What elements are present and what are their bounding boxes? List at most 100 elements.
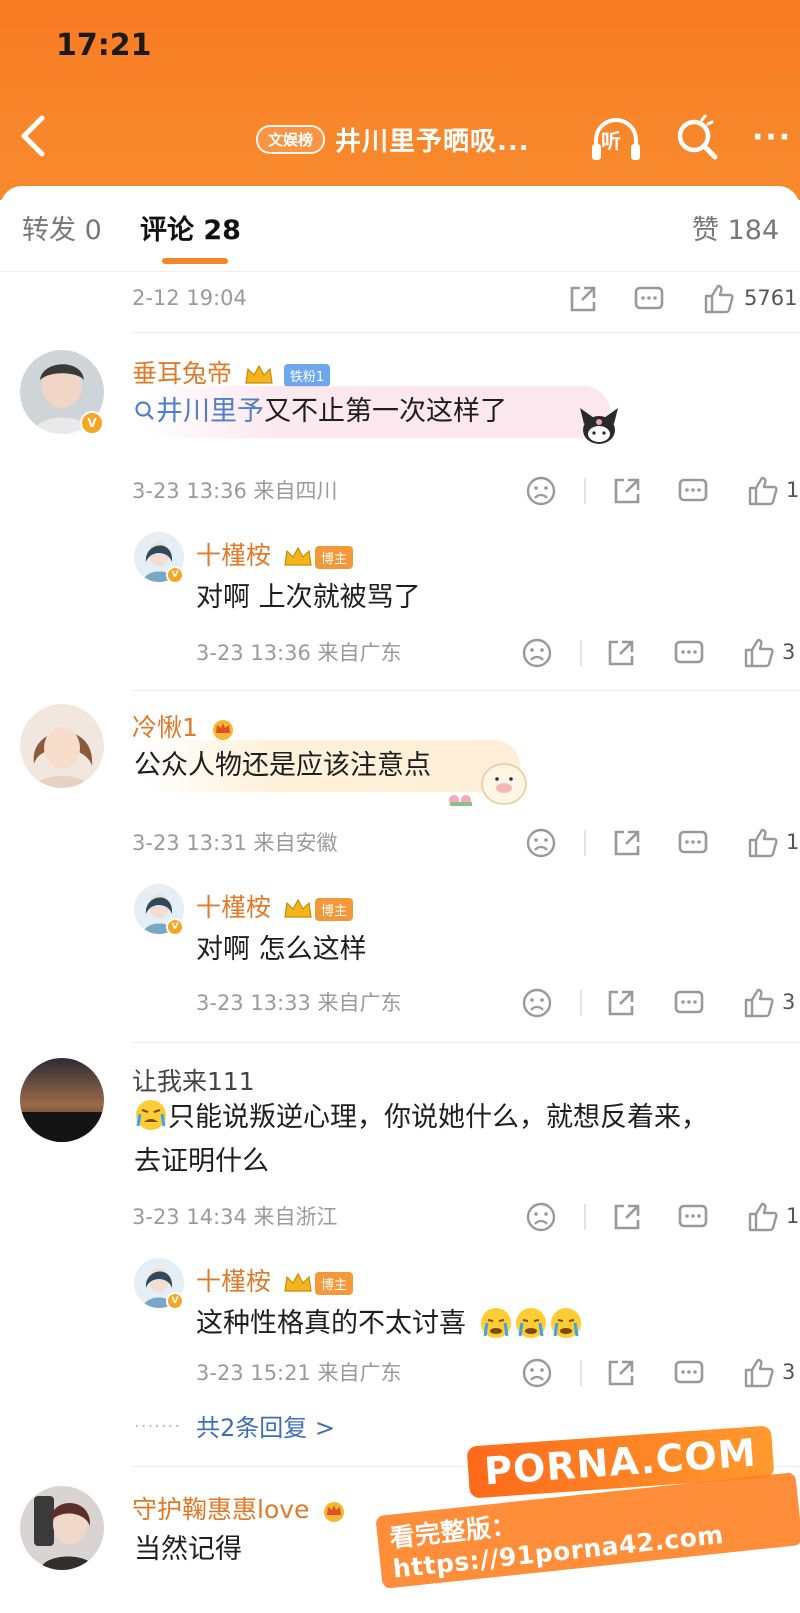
reply-username[interactable]: 十槿桉 博主 (196, 888, 353, 924)
crown-icon (284, 1272, 312, 1292)
avatar[interactable] (20, 1486, 104, 1570)
dislike-button[interactable] (520, 636, 554, 670)
reply-button[interactable] (672, 636, 706, 670)
crown-icon (284, 898, 312, 918)
share-icon (614, 478, 640, 504)
comment-icon (634, 286, 664, 310)
reply-meta: 3-23 15:21 来自广东 (196, 1352, 402, 1392)
listen-button[interactable]: 听 (588, 112, 644, 166)
username-text: 十槿桉 (196, 541, 272, 570)
comments-sheet: 转发 0 评论 28 赞 184 2-12 19:04 5761 V 垂耳兔帝 … (0, 186, 800, 1613)
share-icon (570, 286, 596, 312)
like-count: 1 (786, 478, 800, 502)
tab-reposts[interactable]: 转发 0 (22, 208, 102, 247)
sad-face-icon (526, 476, 556, 506)
comment-body: 只能说叛逆心理，你说她什么，就想反着来， (168, 1102, 708, 1133)
comment-text: 井川里予又不止第一次这样了 (134, 390, 507, 434)
more-replies-link[interactable]: 共2条回复 > (196, 1408, 335, 1443)
share-button[interactable] (604, 986, 638, 1020)
dislike-button[interactable] (520, 1356, 554, 1390)
reply-time: 3-23 15:21 来自广东 (196, 1361, 402, 1385)
reply-button[interactable] (672, 1356, 706, 1390)
like-button[interactable] (742, 636, 776, 670)
separator (580, 990, 582, 1016)
verified-badge-icon: V (80, 411, 104, 435)
comment-username[interactable]: 冷愀1 (132, 708, 236, 744)
comment-text: 只能说叛逆心理，你说她什么，就想反着来， 去证明什么 (134, 1096, 708, 1184)
topic-search-icon (135, 401, 154, 420)
username-text: 守护鞠惠惠love (132, 1495, 310, 1524)
reply-button[interactable] (676, 826, 710, 860)
sad-face-icon (522, 1358, 552, 1388)
reply-body: 这种性格真的不太讨喜 (196, 1308, 466, 1339)
comment-meta: 3-23 14:34 来自浙江 (132, 1196, 338, 1236)
avatar[interactable] (20, 1058, 104, 1142)
dislike-button[interactable] (524, 826, 558, 860)
reply-username[interactable]: 十槿桉 博主 (196, 536, 353, 572)
reply-username[interactable]: 十槿桉 博主 (196, 1262, 353, 1298)
share-icon (608, 640, 634, 666)
search-button[interactable] (672, 114, 722, 164)
thumbs-up-icon (748, 828, 778, 858)
avatar[interactable] (20, 704, 104, 788)
comment-text: 公众人物还是应该注意点 (134, 750, 431, 781)
thumbs-up-icon (744, 988, 774, 1018)
share-button[interactable] (604, 636, 638, 670)
thumbs-up-icon (748, 1202, 778, 1232)
post-meta: 2-12 19:04 (132, 278, 247, 318)
username-text: 冷愀1 (132, 713, 198, 742)
crying-emoji-icon (136, 1100, 166, 1130)
comment-icon (678, 830, 708, 854)
verified-badge-icon: V (166, 1292, 184, 1310)
tab-active-indicator (162, 258, 228, 264)
page-title-wrap: 文娱榜 井川里予晒吸... (256, 116, 530, 162)
share-icon (608, 1360, 634, 1386)
comment-meta: 3-23 13:31 来自安徽 (132, 822, 338, 862)
share-button[interactable] (566, 282, 600, 316)
dislike-button[interactable] (524, 474, 558, 508)
reply-button[interactable] (676, 474, 710, 508)
comment-username[interactable]: 垂耳兔帝 铁粉1 (132, 354, 331, 390)
more-button[interactable]: ··· (752, 120, 800, 156)
blogger-badge: 博主 (314, 1271, 353, 1295)
separator (584, 478, 586, 504)
like-button[interactable] (746, 474, 780, 508)
share-button[interactable] (604, 1356, 638, 1390)
dislike-button[interactable] (524, 1200, 558, 1234)
like-count: 1 (786, 830, 800, 854)
comment-username[interactable]: 让我来111 (132, 1062, 255, 1098)
topic-link[interactable]: 井川里予 (156, 396, 264, 427)
listen-label: 听 (601, 129, 621, 153)
divider (132, 332, 800, 333)
tab-comments[interactable]: 评论 28 (140, 208, 241, 247)
ranking-tag[interactable]: 文娱榜 (256, 124, 326, 154)
sad-face-icon (522, 638, 552, 668)
comment-time: 3-23 14:34 来自浙江 (132, 1205, 338, 1229)
like-button[interactable] (702, 282, 736, 316)
share-button[interactable] (610, 826, 644, 860)
sad-face-icon (526, 828, 556, 858)
share-button[interactable] (610, 1200, 644, 1234)
reply-button[interactable] (676, 1200, 710, 1234)
avatar-image (20, 1486, 104, 1570)
reply-button[interactable] (672, 986, 706, 1020)
like-button[interactable] (742, 986, 776, 1020)
tab-bar: 转发 0 评论 28 赞 184 (0, 186, 800, 272)
reply-time: 3-23 13:33 来自广东 (196, 991, 402, 1015)
comment-meta: 3-23 13:36 来自四川 (132, 470, 338, 510)
post-like-count: 5761 (744, 286, 798, 310)
avatar-image (20, 704, 104, 788)
fan-badge: 铁粉1 (283, 363, 331, 387)
share-icon (614, 1204, 640, 1230)
like-button[interactable] (746, 1200, 780, 1234)
comment-body-continued: 去证明什么 (134, 1146, 269, 1177)
comment-username[interactable]: 守护鞠惠惠love (132, 1490, 347, 1526)
share-button[interactable] (610, 474, 644, 508)
like-button[interactable] (746, 826, 780, 860)
like-button[interactable] (742, 1356, 776, 1390)
back-button[interactable] (12, 108, 60, 164)
dislike-button[interactable] (520, 986, 554, 1020)
comment-button[interactable] (632, 282, 666, 316)
tab-likes[interactable]: 赞 184 (692, 208, 779, 247)
username-text: 垂耳兔帝 (132, 359, 233, 388)
